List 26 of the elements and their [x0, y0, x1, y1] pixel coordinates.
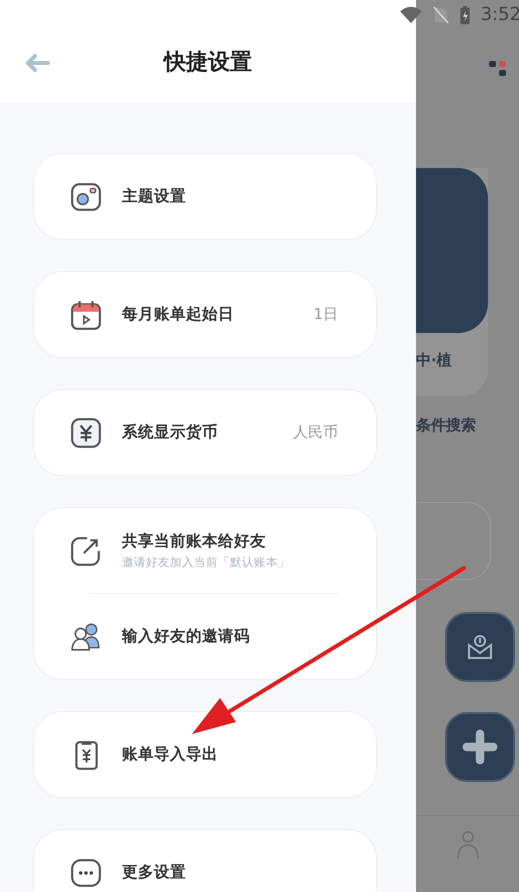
inbox-button[interactable] — [445, 612, 515, 682]
no-sim-icon — [432, 6, 449, 24]
setting-label[interactable]: 输入好友的邀请码 — [122, 626, 338, 647]
plus-icon — [462, 729, 498, 765]
people-icon — [70, 620, 102, 652]
setting-label[interactable]: 更多设置 — [122, 862, 338, 883]
setting-value: 人民币 — [293, 423, 338, 442]
setting-label[interactable]: 共享当前账本给好友 — [122, 531, 338, 552]
add-button[interactable] — [445, 712, 515, 782]
share-icon — [70, 534, 102, 566]
envelope-icon — [465, 632, 495, 662]
calendar-icon — [70, 298, 102, 330]
setting-label[interactable]: 系统显示货币 — [122, 422, 273, 443]
setting-value: 1日 — [313, 305, 338, 324]
more-icon — [70, 856, 102, 888]
setting-label[interactable]: 主题设置 — [122, 186, 338, 207]
wifi-icon — [398, 6, 423, 24]
account-card[interactable] — [416, 168, 488, 333]
setting-subtitle: 邀请好友加入当前「默认账本」 — [122, 555, 291, 570]
status-time: 3:52 — [480, 4, 519, 25]
yen-icon — [70, 416, 102, 448]
setting-label[interactable]: 账单导入导出 — [122, 744, 338, 765]
camera-icon — [70, 180, 102, 212]
drawer-title: 快捷设置 — [164, 49, 252, 77]
card-label: 中·植 — [416, 351, 453, 370]
setting-label[interactable]: 每月账单起始日 — [122, 304, 294, 325]
